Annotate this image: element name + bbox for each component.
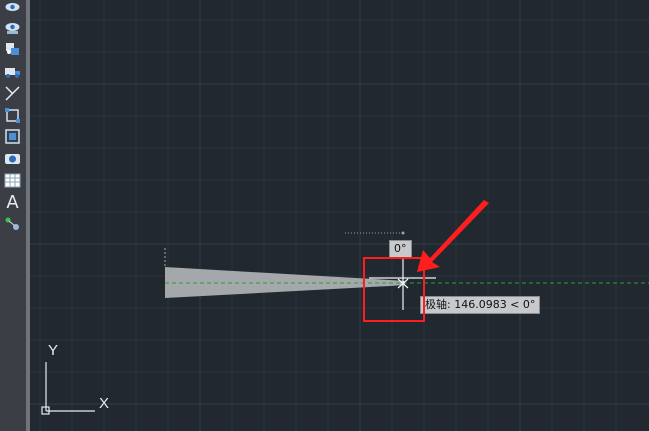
drawing-overlay (41, 200, 649, 415)
block-insert-icon[interactable] (3, 39, 22, 58)
text-icon[interactable]: A (3, 192, 22, 213)
camera-icon[interactable] (3, 149, 22, 168)
table-icon[interactable] (3, 171, 22, 190)
ucs-x-label: X (99, 395, 110, 412)
line-icon[interactable] (3, 84, 22, 103)
extension-dot-end (401, 231, 405, 235)
angle-tooltip: 0° (389, 240, 412, 258)
drawing-canvas[interactable]: Y X 0° 极轴: 146.0983 < 0° (30, 0, 649, 431)
eye-icon[interactable] (3, 0, 22, 19)
highlight-box (363, 257, 425, 322)
node-icon[interactable] (3, 214, 22, 233)
ucs-icon (41, 362, 95, 415)
tool-palette: A (0, 0, 27, 431)
ucs-y-label: Y (48, 342, 59, 359)
truck-icon[interactable] (3, 62, 22, 81)
eye-cloud-icon[interactable] (3, 18, 22, 37)
region-select-icon[interactable] (3, 106, 22, 125)
polar-tracking-tooltip: 极轴: 146.0983 < 0° (420, 296, 541, 314)
boundary-icon[interactable] (3, 127, 22, 146)
annotation-arrow (417, 200, 489, 272)
